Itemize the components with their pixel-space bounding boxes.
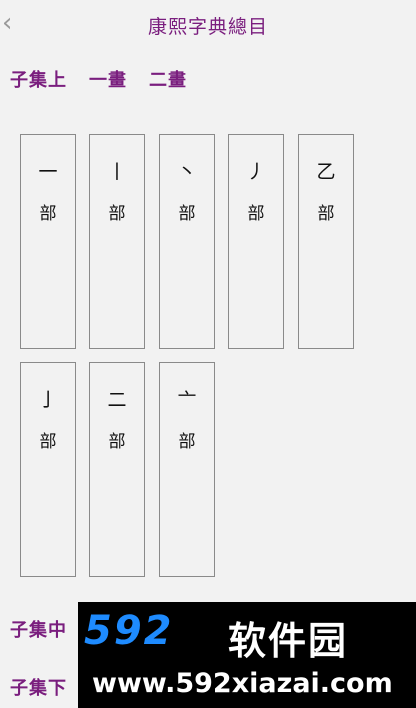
section-tab-yi-hua[interactable]: 一畫 [89,66,127,92]
radical-suffix: 部 [178,204,196,224]
watermark-banner: 592 软件园 www.592xiazai.com [78,602,416,708]
radical-card-6[interactable]: 亅 部 [20,362,76,577]
page-title: 康熙字典總目 [147,16,268,38]
radical-glyph: 丿 [246,161,266,183]
radical-suffix: 部 [39,432,57,452]
section-tabs: 子集上 一畫 二畫 [10,66,187,92]
header-bar: ‹ 康熙字典總目 [0,0,416,50]
radical-card-2[interactable]: 丨 部 [89,134,145,349]
radical-glyph: 丨 [107,161,127,183]
radical-suffix: 部 [108,432,126,452]
section-zi-ji-xia[interactable]: 子集下 [10,674,67,700]
radical-card-1[interactable]: 一 部 [20,134,76,349]
radical-suffix: 部 [317,204,335,224]
radical-suffix: 部 [247,204,265,224]
radical-glyph: 乙 [316,161,336,183]
radical-suffix: 部 [108,204,126,224]
radical-glyph: 丶 [177,161,197,183]
radical-glyph: 亅 [38,389,58,411]
radical-card-5[interactable]: 乙 部 [298,134,354,349]
section-tab-zi-ji-shang[interactable]: 子集上 [10,66,67,92]
radical-glyph: 亠 [177,389,197,411]
watermark-brand-number: 592 [84,608,174,654]
section-tab-er-hua[interactable]: 二畫 [149,66,187,92]
radical-card-4[interactable]: 丿 部 [228,134,284,349]
radical-card-3[interactable]: 丶 部 [159,134,215,349]
watermark-url: www.592xiazai.com [92,668,393,699]
radical-card-8[interactable]: 亠 部 [159,362,215,577]
radical-card-7[interactable]: 二 部 [89,362,145,577]
radical-glyph: 一 [38,161,58,183]
section-zi-ji-zhong[interactable]: 子集中 [10,616,67,642]
radical-glyph: 二 [107,389,127,411]
radical-suffix: 部 [39,204,57,224]
radical-suffix: 部 [178,432,196,452]
watermark-brand-cn: 软件园 [228,619,349,663]
